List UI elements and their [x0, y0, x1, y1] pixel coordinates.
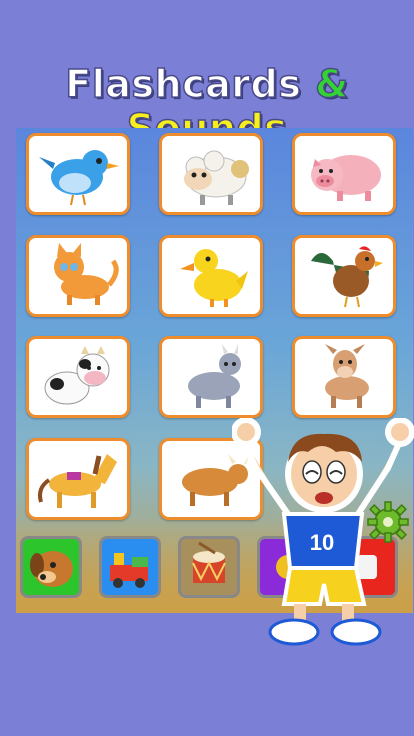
- card-cat[interactable]: [26, 235, 130, 317]
- cow-icon: [44, 346, 110, 405]
- boy-mascot-icon: 10: [232, 418, 414, 646]
- card-donkey[interactable]: [292, 336, 396, 418]
- drum-icon: [192, 541, 226, 583]
- card-goat[interactable]: [159, 336, 263, 418]
- card-sheep[interactable]: [159, 133, 263, 215]
- rooster-icon: [311, 246, 383, 308]
- title-ampersand: &: [314, 61, 349, 107]
- duck-icon: [180, 249, 248, 307]
- title-flashcards: Flashcards: [65, 61, 302, 107]
- dog-icon: [30, 551, 73, 587]
- category-button-dog[interactable]: [20, 536, 82, 598]
- donkey-icon: [325, 344, 369, 408]
- pig-icon: [311, 155, 381, 201]
- category-button-drum[interactable]: [178, 536, 240, 598]
- card-cow[interactable]: [26, 336, 130, 418]
- jersey-number: 10: [310, 530, 334, 555]
- card-horse[interactable]: [26, 438, 130, 520]
- bird-icon: [39, 150, 119, 206]
- horse-icon: [38, 454, 117, 508]
- cat-icon: [54, 243, 119, 305]
- card-bird[interactable]: [26, 133, 130, 215]
- train-icon: [110, 553, 148, 588]
- card-pig[interactable]: [292, 133, 396, 215]
- category-button-train[interactable]: [99, 536, 161, 598]
- sheep-icon: [184, 150, 249, 205]
- card-duck[interactable]: [159, 235, 263, 317]
- goat-icon: [188, 344, 241, 408]
- card-rooster[interactable]: [292, 235, 396, 317]
